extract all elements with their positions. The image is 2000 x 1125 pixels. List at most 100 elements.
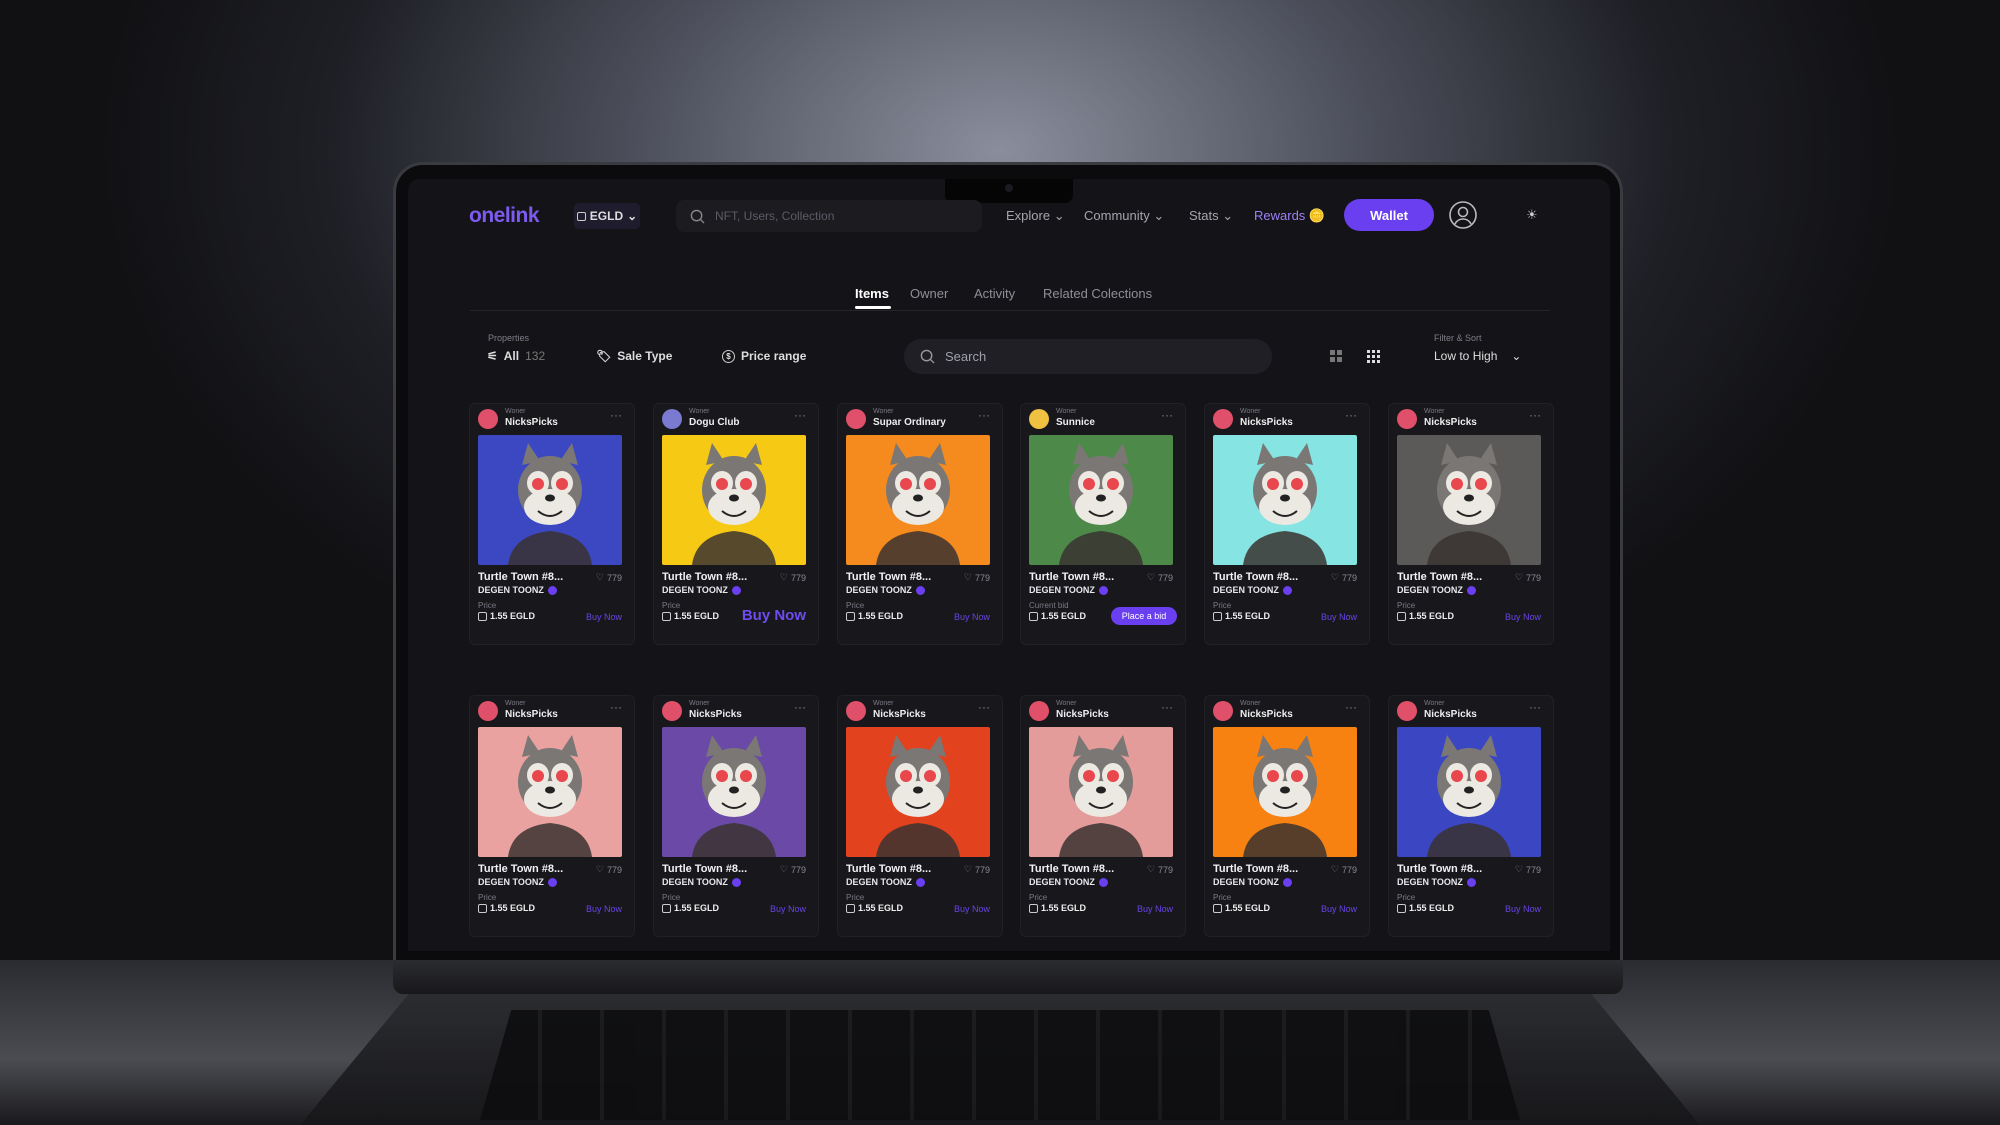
owner-avatar[interactable] — [662, 409, 682, 429]
global-search-input[interactable]: NFT, Users, Collection — [676, 200, 982, 232]
nft-name[interactable]: Turtle Town #8... — [478, 863, 563, 875]
collection-name[interactable]: DEGEN TOONZ — [662, 877, 741, 887]
more-options-icon[interactable]: ··· — [1161, 700, 1173, 714]
owner-name[interactable]: NicksPicks — [1424, 709, 1477, 720]
buy-now-button[interactable]: Buy Now — [586, 612, 622, 622]
large-grid-view-button[interactable] — [1324, 345, 1348, 367]
owner-avatar[interactable] — [1213, 701, 1233, 721]
owner-avatar[interactable] — [1029, 409, 1049, 429]
wallet-button[interactable]: Wallet — [1344, 199, 1434, 231]
nft-image[interactable] — [846, 727, 990, 857]
nft-image[interactable] — [478, 435, 622, 565]
items-search-input[interactable]: Search — [904, 339, 1272, 374]
buy-now-button[interactable]: Buy Now — [742, 607, 806, 624]
tab-activity[interactable]: Activity — [974, 286, 1015, 301]
owner-avatar[interactable] — [478, 701, 498, 721]
more-options-icon[interactable]: ··· — [610, 700, 622, 714]
currency-selector[interactable]: EGLD ⌄ — [574, 203, 640, 229]
place-bid-button[interactable]: Place a bid — [1111, 607, 1177, 625]
nft-image[interactable]: 01.12:33:51Left — [1029, 435, 1173, 565]
nft-image[interactable] — [662, 435, 806, 565]
theme-toggle-sun-icon[interactable]: ☀ — [1526, 207, 1538, 223]
small-grid-view-button[interactable] — [1361, 345, 1385, 367]
like-button[interactable]: ♡ 779 — [1331, 864, 1357, 875]
nft-name[interactable]: Turtle Town #8... — [846, 863, 931, 875]
like-button[interactable]: ♡ 779 — [780, 864, 806, 875]
nft-name[interactable]: Turtle Town #8... — [846, 571, 931, 583]
nft-name[interactable]: Turtle Town #8... — [1397, 863, 1482, 875]
owner-avatar[interactable] — [1213, 409, 1233, 429]
like-button[interactable]: ♡ 779 — [964, 864, 990, 875]
collection-name[interactable]: DEGEN TOONZ — [1397, 877, 1476, 887]
nav-rewards[interactable]: Rewards 🪙 — [1254, 208, 1325, 224]
price-range-filter-button[interactable]: $ Price range — [722, 345, 806, 367]
owner-name[interactable]: NicksPicks — [1056, 709, 1109, 720]
sort-dropdown[interactable]: Low to High ⌄ — [1434, 345, 1521, 367]
logo[interactable]: onelink — [469, 204, 540, 228]
nft-card[interactable]: Woner NicksPicks ··· Turtle Town #8... ♡… — [653, 695, 819, 937]
nft-card[interactable]: Woner NicksPicks ··· Turtle Town #8... ♡… — [469, 403, 635, 645]
like-button[interactable]: ♡ 779 — [780, 572, 806, 583]
nft-image[interactable] — [662, 727, 806, 857]
nav-explore[interactable]: Explore ⌄ — [1006, 208, 1065, 224]
owner-name[interactable]: Dogu Club — [689, 417, 740, 428]
nft-image[interactable] — [478, 727, 622, 857]
like-button[interactable]: ♡ 779 — [1147, 864, 1173, 875]
properties-filter-button[interactable]: ⚟ All 132 — [487, 345, 545, 367]
nft-card[interactable]: Woner NicksPicks ··· Turtle Town #8... ♡… — [1020, 695, 1186, 937]
more-options-icon[interactable]: ··· — [978, 408, 990, 422]
nft-name[interactable]: Turtle Town #8... — [662, 863, 747, 875]
tab-related-collections[interactable]: Related Colections — [1043, 286, 1152, 301]
owner-avatar[interactable] — [846, 409, 866, 429]
nft-image[interactable] — [1397, 435, 1541, 565]
owner-name[interactable]: NicksPicks — [873, 709, 926, 720]
owner-name[interactable]: Supar Ordinary — [873, 417, 946, 428]
collection-name[interactable]: DEGEN TOONZ — [478, 877, 557, 887]
nft-card[interactable]: Woner NicksPicks ··· Turtle Town #8... ♡… — [1204, 695, 1370, 937]
nft-name[interactable]: Turtle Town #8... — [662, 571, 747, 583]
buy-now-button[interactable]: Buy Now — [954, 612, 990, 622]
like-button[interactable]: ♡ 779 — [964, 572, 990, 583]
buy-now-button[interactable]: Buy Now — [1137, 904, 1173, 914]
more-options-icon[interactable]: ··· — [610, 408, 622, 422]
like-button[interactable]: ♡ 779 — [596, 572, 622, 583]
nft-image[interactable] — [1213, 435, 1357, 565]
buy-now-button[interactable]: Buy Now — [1321, 612, 1357, 622]
more-options-icon[interactable]: ··· — [1345, 408, 1357, 422]
collection-name[interactable]: DEGEN TOONZ — [1213, 585, 1292, 595]
more-options-icon[interactable]: ··· — [794, 700, 806, 714]
buy-now-button[interactable]: Buy Now — [1321, 904, 1357, 914]
nft-card[interactable]: Woner NicksPicks ··· Turtle Town #8... ♡… — [837, 695, 1003, 937]
owner-avatar[interactable] — [1029, 701, 1049, 721]
owner-avatar[interactable] — [1397, 409, 1417, 429]
nft-card[interactable]: Woner NicksPicks ··· Turtle Town #8... ♡… — [469, 695, 635, 937]
nft-card[interactable]: Woner NicksPicks ··· Turtle Town #8... ♡… — [1388, 695, 1554, 937]
user-avatar-icon[interactable] — [1448, 200, 1478, 230]
nft-image[interactable] — [1213, 727, 1357, 857]
collection-name[interactable]: DEGEN TOONZ — [1029, 877, 1108, 887]
owner-name[interactable]: NicksPicks — [1240, 709, 1293, 720]
owner-avatar[interactable] — [846, 701, 866, 721]
more-options-icon[interactable]: ··· — [1529, 408, 1541, 422]
owner-name[interactable]: NicksPicks — [505, 417, 558, 428]
collection-name[interactable]: DEGEN TOONZ — [846, 585, 925, 595]
like-button[interactable]: ♡ 779 — [1331, 572, 1357, 583]
nft-name[interactable]: Turtle Town #8... — [1213, 571, 1298, 583]
owner-avatar[interactable] — [478, 409, 498, 429]
owner-name[interactable]: NicksPicks — [689, 709, 742, 720]
owner-name[interactable]: NicksPicks — [1240, 417, 1293, 428]
more-options-icon[interactable]: ··· — [1345, 700, 1357, 714]
nft-name[interactable]: Turtle Town #8... — [1029, 571, 1114, 583]
like-button[interactable]: ♡ 779 — [596, 864, 622, 875]
buy-now-button[interactable]: Buy Now — [1505, 904, 1541, 914]
nav-stats[interactable]: Stats ⌄ — [1189, 208, 1233, 224]
nft-name[interactable]: Turtle Town #8... — [1397, 571, 1482, 583]
owner-name[interactable]: NicksPicks — [505, 709, 558, 720]
more-options-icon[interactable]: ··· — [1529, 700, 1541, 714]
buy-now-button[interactable]: Buy Now — [1505, 612, 1541, 622]
collection-name[interactable]: DEGEN TOONZ — [1029, 585, 1108, 595]
like-button[interactable]: ♡ 779 — [1515, 572, 1541, 583]
nft-card[interactable]: Woner NicksPicks ··· Turtle Town #8... ♡… — [1204, 403, 1370, 645]
collection-name[interactable]: DEGEN TOONZ — [846, 877, 925, 887]
sale-type-filter-button[interactable]: 🏷 Sale Type — [596, 345, 672, 367]
